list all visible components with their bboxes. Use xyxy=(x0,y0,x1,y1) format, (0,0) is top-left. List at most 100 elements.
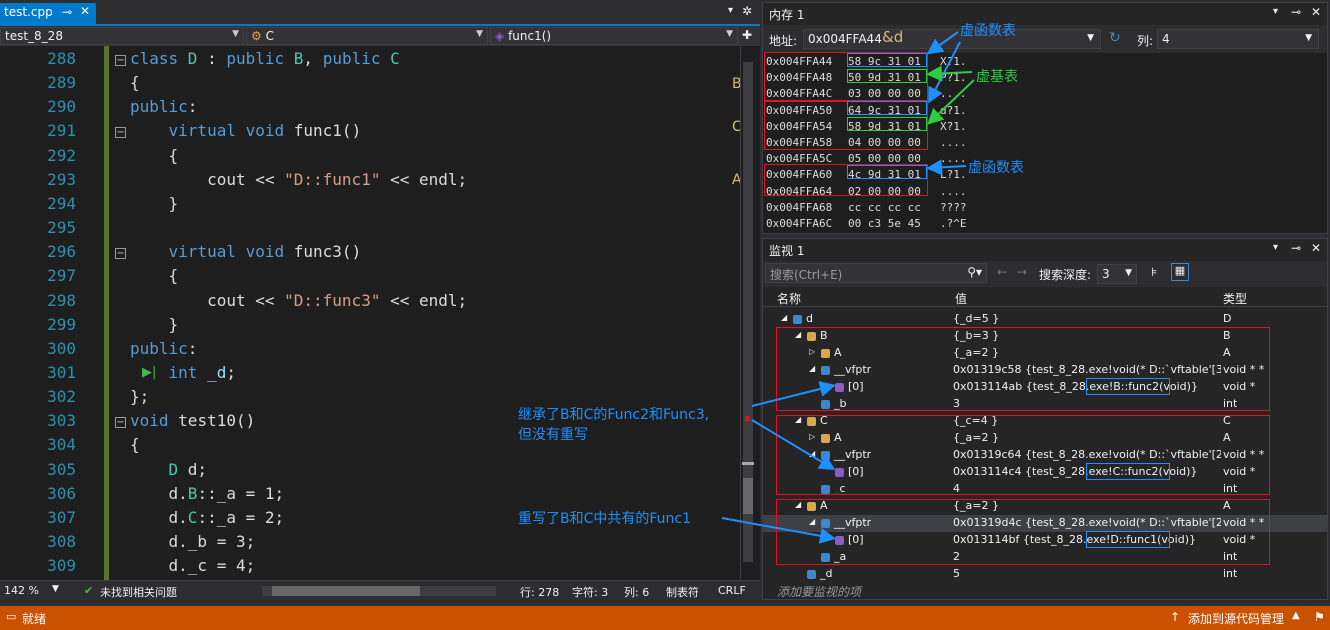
watch-row-value[interactable]: 0x01319d4c {test_8_28.exe!void(* D::`vft… xyxy=(953,516,1221,529)
watch-row[interactable]: ◢ __vfptr 0x01319c64 {test_8_28.exe!void(*… xyxy=(763,447,1327,464)
project-dropdown[interactable]: test_8_28 ▼ xyxy=(0,27,244,45)
hex-display-icon[interactable]: ▦ xyxy=(1171,263,1189,281)
watch-row-value[interactable]: 3 xyxy=(953,397,1221,410)
watch-row[interactable]: ◢ __vfptr 0x01319d4c {test_8_28.exe!void(*… xyxy=(763,515,1327,532)
watch-row-value[interactable]: 2 xyxy=(953,550,1221,563)
forward-arrow-icon[interactable]: → xyxy=(1017,265,1027,279)
code-line[interactable]: } xyxy=(130,194,179,213)
code-line[interactable]: d.B::_a = 1; xyxy=(130,484,285,503)
watch-row-value[interactable]: 4 xyxy=(953,482,1221,495)
close-icon[interactable]: ✕ xyxy=(1311,241,1321,255)
watch-row-value[interactable]: 5 xyxy=(953,567,1221,580)
notification-icon[interactable]: ⚑ xyxy=(1314,610,1325,624)
panel-menu-icon[interactable]: ▾ xyxy=(1273,242,1278,253)
watch-row[interactable]: ◢ __vfptr 0x01319c58 {test_8_28.exe!void(*… xyxy=(763,362,1327,379)
chevron-up-icon[interactable]: ▲ xyxy=(1292,610,1300,621)
watch-row[interactable]: ◢ C {_c=4 } C xyxy=(763,413,1327,430)
code-line[interactable]: } xyxy=(130,315,179,334)
tab-mode-indicator[interactable]: 制表符 xyxy=(666,584,699,600)
watch-row-value[interactable]: {_a=2 } xyxy=(953,346,1221,359)
filter-icon[interactable]: ⊧ xyxy=(1151,265,1157,279)
watch-row[interactable]: _b 3 int xyxy=(763,396,1327,413)
watch-row[interactable]: _d 5 int xyxy=(763,566,1327,583)
watch-row-value[interactable]: {_a=2 } xyxy=(953,431,1221,444)
code-line[interactable]: D d; xyxy=(130,460,208,479)
pin-icon[interactable]: ⊸ xyxy=(1291,241,1301,255)
pin-icon[interactable]: ⊸ xyxy=(62,5,72,19)
fold-toggle-icon[interactable]: − xyxy=(115,248,126,260)
columns-dropdown[interactable]: 4 ▼ xyxy=(1157,29,1319,49)
fold-toggle-icon[interactable]: − xyxy=(115,55,126,66)
memory-row[interactable]: 0x004FFA64 02 00 00 00.... xyxy=(766,185,967,198)
code-line[interactable]: d._b = 3; xyxy=(130,532,256,551)
scope-dropdown[interactable]: ⚙ C ▼ xyxy=(246,27,488,45)
watch-row[interactable]: [0] 0x013114bf {test_8_28.exe!D::func1(vo… xyxy=(763,532,1327,549)
search-depth-dropdown[interactable]: 3 ▼ xyxy=(1097,264,1137,284)
memory-row[interactable]: 0x004FFA58 04 00 00 00.... xyxy=(766,136,967,149)
settings-gear-icon[interactable]: ✲ xyxy=(742,4,752,18)
expand-toggle-icon[interactable]: ◢ xyxy=(781,313,789,322)
watch-row-value[interactable]: 0x013114bf {test_8_28.exe!D::func1(void)… xyxy=(953,533,1221,546)
watch-row[interactable]: _a 2 int xyxy=(763,549,1327,566)
code-line[interactable]: d._c = 4; xyxy=(130,556,256,575)
watch-row-value[interactable]: 0x01319c58 {test_8_28.exe!void(* D::`vft… xyxy=(953,363,1221,376)
watch-row-value[interactable]: {_c=4 } xyxy=(953,414,1221,427)
code-line[interactable]: { xyxy=(130,73,140,92)
expand-toggle-icon[interactable]: ▷ xyxy=(809,432,817,441)
memory-row[interactable]: 0x004FFA60 4c 9d 31 01 L?1. xyxy=(766,168,967,181)
expand-toggle-icon[interactable]: ◢ xyxy=(795,500,803,509)
watch-row-value[interactable]: {_b=3 } xyxy=(953,329,1221,342)
close-icon[interactable]: ✕ xyxy=(1311,5,1321,19)
refresh-icon[interactable]: ↻ xyxy=(1109,30,1121,46)
watch-row[interactable]: [0] 0x013114c4 {test_8_28.exe!C::func2(vo… xyxy=(763,464,1327,481)
issues-status[interactable]: 未找到相关问题 xyxy=(100,584,177,600)
header-value[interactable]: 值 xyxy=(955,290,967,307)
memory-row[interactable]: 0x004FFA44 58 9c 31 01 X?1. xyxy=(766,55,967,68)
watch-row[interactable]: ◢ B {_b=3 } B xyxy=(763,328,1327,345)
watch-row-value[interactable]: 0x01319c64 {test_8_28.exe!void(* D::`vft… xyxy=(953,448,1221,461)
code-line[interactable]: cout << "D::func3" << endl; xyxy=(130,291,467,310)
code-editor[interactable]: 288 289 290 291 292 293 294 295 296 297 298 299 300 3… xyxy=(0,46,760,580)
watch-row[interactable]: ◢ d {_d=5 } D xyxy=(763,311,1327,328)
member-dropdown[interactable]: ◈ func1() ▼ xyxy=(490,27,738,45)
header-name[interactable]: 名称 xyxy=(777,290,801,307)
expand-toggle-icon[interactable]: ◢ xyxy=(809,517,817,526)
code-line[interactable]: cout << "D::func1" << endl; xyxy=(130,170,467,189)
editor-scrollbar[interactable] xyxy=(740,46,754,580)
expand-toggle-icon[interactable]: ◢ xyxy=(795,415,803,424)
memory-row[interactable]: 0x004FFA50 64 9c 31 01 d?1. xyxy=(766,104,967,117)
horizontal-scroll-thumb[interactable] xyxy=(272,586,420,596)
memory-row[interactable]: 0x004FFA6C 00 c3 5e 45 .?^E xyxy=(766,217,967,230)
expand-toggle-icon[interactable]: ◢ xyxy=(795,330,803,339)
watch-row-value[interactable]: {_a=2 } xyxy=(953,499,1221,512)
code-line[interactable]: virtual void func1() xyxy=(130,121,362,140)
tab-test-cpp[interactable]: test.cpp ⊸ ✕ xyxy=(0,3,96,24)
watch-search-input[interactable]: 搜索(Ctrl+E) ⚲▾ xyxy=(765,263,987,283)
code-line[interactable]: d.C::_a = 2; xyxy=(130,508,285,527)
code-line[interactable]: { xyxy=(130,146,179,165)
zoom-level[interactable]: 142 % xyxy=(4,584,39,597)
chevron-down-icon[interactable]: ▼ xyxy=(52,584,59,594)
memory-row[interactable]: 0x004FFA4C 03 00 00 00.... xyxy=(766,87,967,100)
memory-row[interactable]: 0x004FFA54 58 9d 31 01 X?1. xyxy=(766,120,967,133)
split-icon[interactable]: ✚ xyxy=(742,28,752,42)
pin-icon[interactable]: ⊸ xyxy=(1291,5,1301,19)
memory-grid[interactable]: 0x004FFA44 58 9c 31 01 X?1. 0x004FFA48 50 9d… xyxy=(763,53,1327,233)
code-line[interactable]: class D : public B, public C xyxy=(130,49,400,68)
memory-row[interactable]: 0x004FFA68 cc cc cc cc???? xyxy=(766,201,967,214)
eol-indicator[interactable]: CRLF xyxy=(718,584,746,597)
expand-toggle-icon[interactable]: ◢ xyxy=(809,449,817,458)
memory-row[interactable]: 0x004FFA5C 05 00 00 00.... xyxy=(766,152,967,165)
memory-row[interactable]: 0x004FFA48 50 9d 31 01 P?1. xyxy=(766,71,967,84)
fold-toggle-icon[interactable]: − xyxy=(115,417,126,429)
code-line[interactable]: public: xyxy=(130,339,197,358)
header-type[interactable]: 类型 xyxy=(1223,290,1247,307)
watch-row-value[interactable]: 0x013114c4 {test_8_28.exe!C::func2(void)… xyxy=(953,465,1221,478)
expand-toggle-icon[interactable]: ◢ xyxy=(809,364,817,373)
fold-toggle-icon[interactable]: − xyxy=(115,127,126,139)
watch-row-value[interactable]: {_d=5 } xyxy=(953,312,1221,325)
watch-row[interactable]: _c 4 int xyxy=(763,481,1327,498)
address-input[interactable]: 0x004FFA44 ▼ xyxy=(803,29,1101,49)
watch-row-value[interactable]: 0x013114ab {test_8_28.exe!B::func2(void)… xyxy=(953,380,1221,393)
code-line[interactable]: virtual void func3() xyxy=(130,242,362,261)
